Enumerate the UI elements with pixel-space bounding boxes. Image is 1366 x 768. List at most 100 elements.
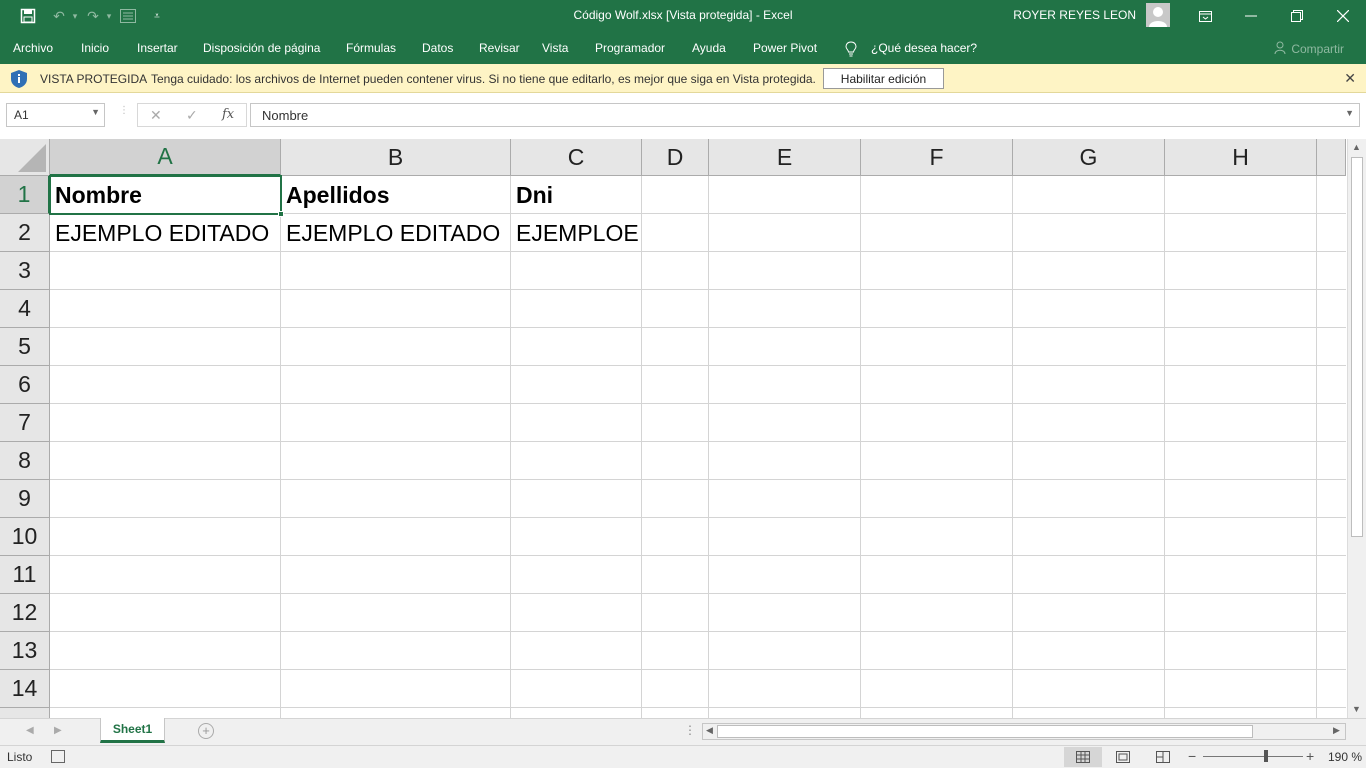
cell-c2[interactable]: EJEMPLOE xyxy=(511,214,641,252)
page-layout-view-icon[interactable] xyxy=(1104,747,1142,767)
column-header-b[interactable]: B xyxy=(281,139,511,176)
column-header-h[interactable]: H xyxy=(1165,139,1317,176)
row-header-8[interactable]: 8 xyxy=(0,442,50,480)
grid-line xyxy=(50,555,1346,556)
tab-splitter-icon[interactable]: ⋮ xyxy=(684,723,696,737)
tab-disposicion-pagina[interactable]: Disposición de página xyxy=(203,41,320,55)
column-header-d[interactable]: D xyxy=(642,139,709,176)
enter-icon[interactable]: ✓ xyxy=(186,107,198,124)
zoom-in-icon[interactable]: + xyxy=(1306,748,1314,764)
select-all-button[interactable] xyxy=(0,139,50,176)
row-header-13[interactable]: 13 xyxy=(0,632,50,670)
close-icon[interactable]: ✕ xyxy=(1344,70,1356,87)
zoom-slider[interactable] xyxy=(1203,756,1303,757)
scroll-right-icon[interactable]: ▶ xyxy=(1333,725,1340,736)
ribbon-display-icon[interactable] xyxy=(1182,0,1228,32)
column-header-f[interactable]: F xyxy=(861,139,1013,176)
share-label: Compartir xyxy=(1291,42,1344,56)
status-text: Listo xyxy=(7,750,33,764)
grid-line xyxy=(1012,176,1013,718)
horizontal-scroll-thumb[interactable] xyxy=(717,725,1253,738)
formula-bar-grip-icon[interactable]: ⋮ xyxy=(119,106,129,116)
row-header-9[interactable]: 9 xyxy=(0,480,50,518)
tab-vista[interactable]: Vista xyxy=(542,41,568,55)
grid-line xyxy=(50,631,1346,632)
protected-view-message: Tenga cuidado: los archivos de Internet … xyxy=(151,72,816,86)
customize-toolbar-icon[interactable]: ⩡ xyxy=(148,7,166,25)
row-header-1[interactable]: 1 xyxy=(0,176,50,214)
row-header-14[interactable]: 14 xyxy=(0,670,50,708)
row-header-4[interactable]: 4 xyxy=(0,290,50,328)
scroll-left-icon[interactable]: ◀ xyxy=(706,725,713,736)
scroll-down-icon[interactable]: ▼ xyxy=(1352,704,1361,714)
row-header-12[interactable]: 12 xyxy=(0,594,50,632)
enable-editing-button[interactable]: Habilitar edición xyxy=(823,68,944,89)
tab-ayuda[interactable]: Ayuda xyxy=(692,41,726,55)
row-header-6[interactable]: 6 xyxy=(0,366,50,404)
ribbon-tabs: Archivo Inicio Insertar Disposición de p… xyxy=(0,32,1366,64)
zoom-out-icon[interactable]: − xyxy=(1188,748,1196,764)
row-header-partial[interactable] xyxy=(0,708,50,718)
lightbulb-icon xyxy=(845,41,857,60)
cancel-icon[interactable]: ✕ xyxy=(150,107,162,124)
tab-programador[interactable]: Programador xyxy=(595,41,665,55)
zoom-level[interactable]: 190 % xyxy=(1328,750,1362,764)
tab-formulas[interactable]: Fórmulas xyxy=(346,41,396,55)
page-break-view-icon[interactable] xyxy=(1144,747,1182,767)
sheet-tab-sheet1[interactable]: Sheet1 xyxy=(100,718,165,743)
formula-bar: A1 ▼ ⋮ ✕ ✓ fx Nombre ▼ xyxy=(0,93,1366,139)
normal-view-icon[interactable] xyxy=(1064,747,1102,767)
tab-insertar[interactable]: Insertar xyxy=(137,41,178,55)
tab-inicio[interactable]: Inicio xyxy=(81,41,109,55)
macro-record-icon[interactable] xyxy=(51,750,65,763)
minimize-icon[interactable] xyxy=(1228,0,1274,32)
formula-input[interactable]: Nombre ▼ xyxy=(250,103,1360,127)
tell-me-search[interactable]: ¿Qué desea hacer? xyxy=(871,41,977,55)
vertical-scrollbar[interactable]: ▲ ▼ xyxy=(1347,139,1366,718)
tab-revisar[interactable]: Revisar xyxy=(479,41,520,55)
cell-a2[interactable]: EJEMPLO EDITADO xyxy=(50,214,280,252)
tab-archivo[interactable]: Archivo xyxy=(13,41,53,55)
save-icon[interactable] xyxy=(19,7,37,25)
worksheet-grid[interactable]: A B C D E F G H 1 2 3 4 5 6 7 8 9 10 11 … xyxy=(0,139,1346,718)
column-header-partial[interactable] xyxy=(1317,139,1346,176)
tab-datos[interactable]: Datos xyxy=(422,41,453,55)
grid-line xyxy=(1316,176,1317,718)
cell-c1[interactable]: Dni xyxy=(511,176,641,214)
next-sheet-icon[interactable]: ▶ xyxy=(54,725,62,736)
undo-dropdown-icon[interactable]: ▾ xyxy=(66,7,84,25)
row-header-11[interactable]: 11 xyxy=(0,556,50,594)
column-header-a[interactable]: A xyxy=(50,139,281,176)
insert-function-icon[interactable]: fx xyxy=(222,107,234,122)
form-icon[interactable] xyxy=(119,7,137,25)
fill-handle[interactable] xyxy=(278,211,284,217)
column-header-g[interactable]: G xyxy=(1013,139,1165,176)
cell-b1[interactable]: Apellidos xyxy=(281,176,510,214)
restore-icon[interactable] xyxy=(1274,0,1320,32)
row-header-10[interactable]: 10 xyxy=(0,518,50,556)
name-box[interactable]: A1 ▼ xyxy=(6,103,105,127)
shield-icon xyxy=(10,69,28,89)
add-sheet-icon[interactable]: + xyxy=(198,723,214,739)
column-header-c[interactable]: C xyxy=(511,139,642,176)
column-header-e[interactable]: E xyxy=(709,139,861,176)
close-icon[interactable] xyxy=(1320,0,1366,32)
redo-dropdown-icon[interactable]: ▾ xyxy=(100,7,118,25)
row-header-2[interactable]: 2 xyxy=(0,214,50,252)
expand-formula-bar-icon[interactable]: ▼ xyxy=(1345,108,1354,118)
grid-line xyxy=(860,176,861,718)
avatar[interactable] xyxy=(1146,3,1170,27)
horizontal-scrollbar[interactable]: ◀ ▶ xyxy=(702,723,1346,740)
chevron-down-icon[interactable]: ▼ xyxy=(91,107,100,117)
cell-b2[interactable]: EJEMPLO EDITADO xyxy=(281,214,510,252)
tab-power-pivot[interactable]: Power Pivot xyxy=(753,41,817,55)
zoom-slider-thumb[interactable] xyxy=(1264,750,1268,762)
share-button[interactable]: Compartir xyxy=(1274,41,1344,56)
user-name[interactable]: ROYER REYES LEON xyxy=(1013,8,1136,22)
vertical-scroll-thumb[interactable] xyxy=(1351,157,1363,537)
row-header-5[interactable]: 5 xyxy=(0,328,50,366)
row-header-3[interactable]: 3 xyxy=(0,252,50,290)
prev-sheet-icon[interactable]: ◀ xyxy=(26,725,34,736)
row-header-7[interactable]: 7 xyxy=(0,404,50,442)
scroll-up-icon[interactable]: ▲ xyxy=(1352,142,1361,152)
